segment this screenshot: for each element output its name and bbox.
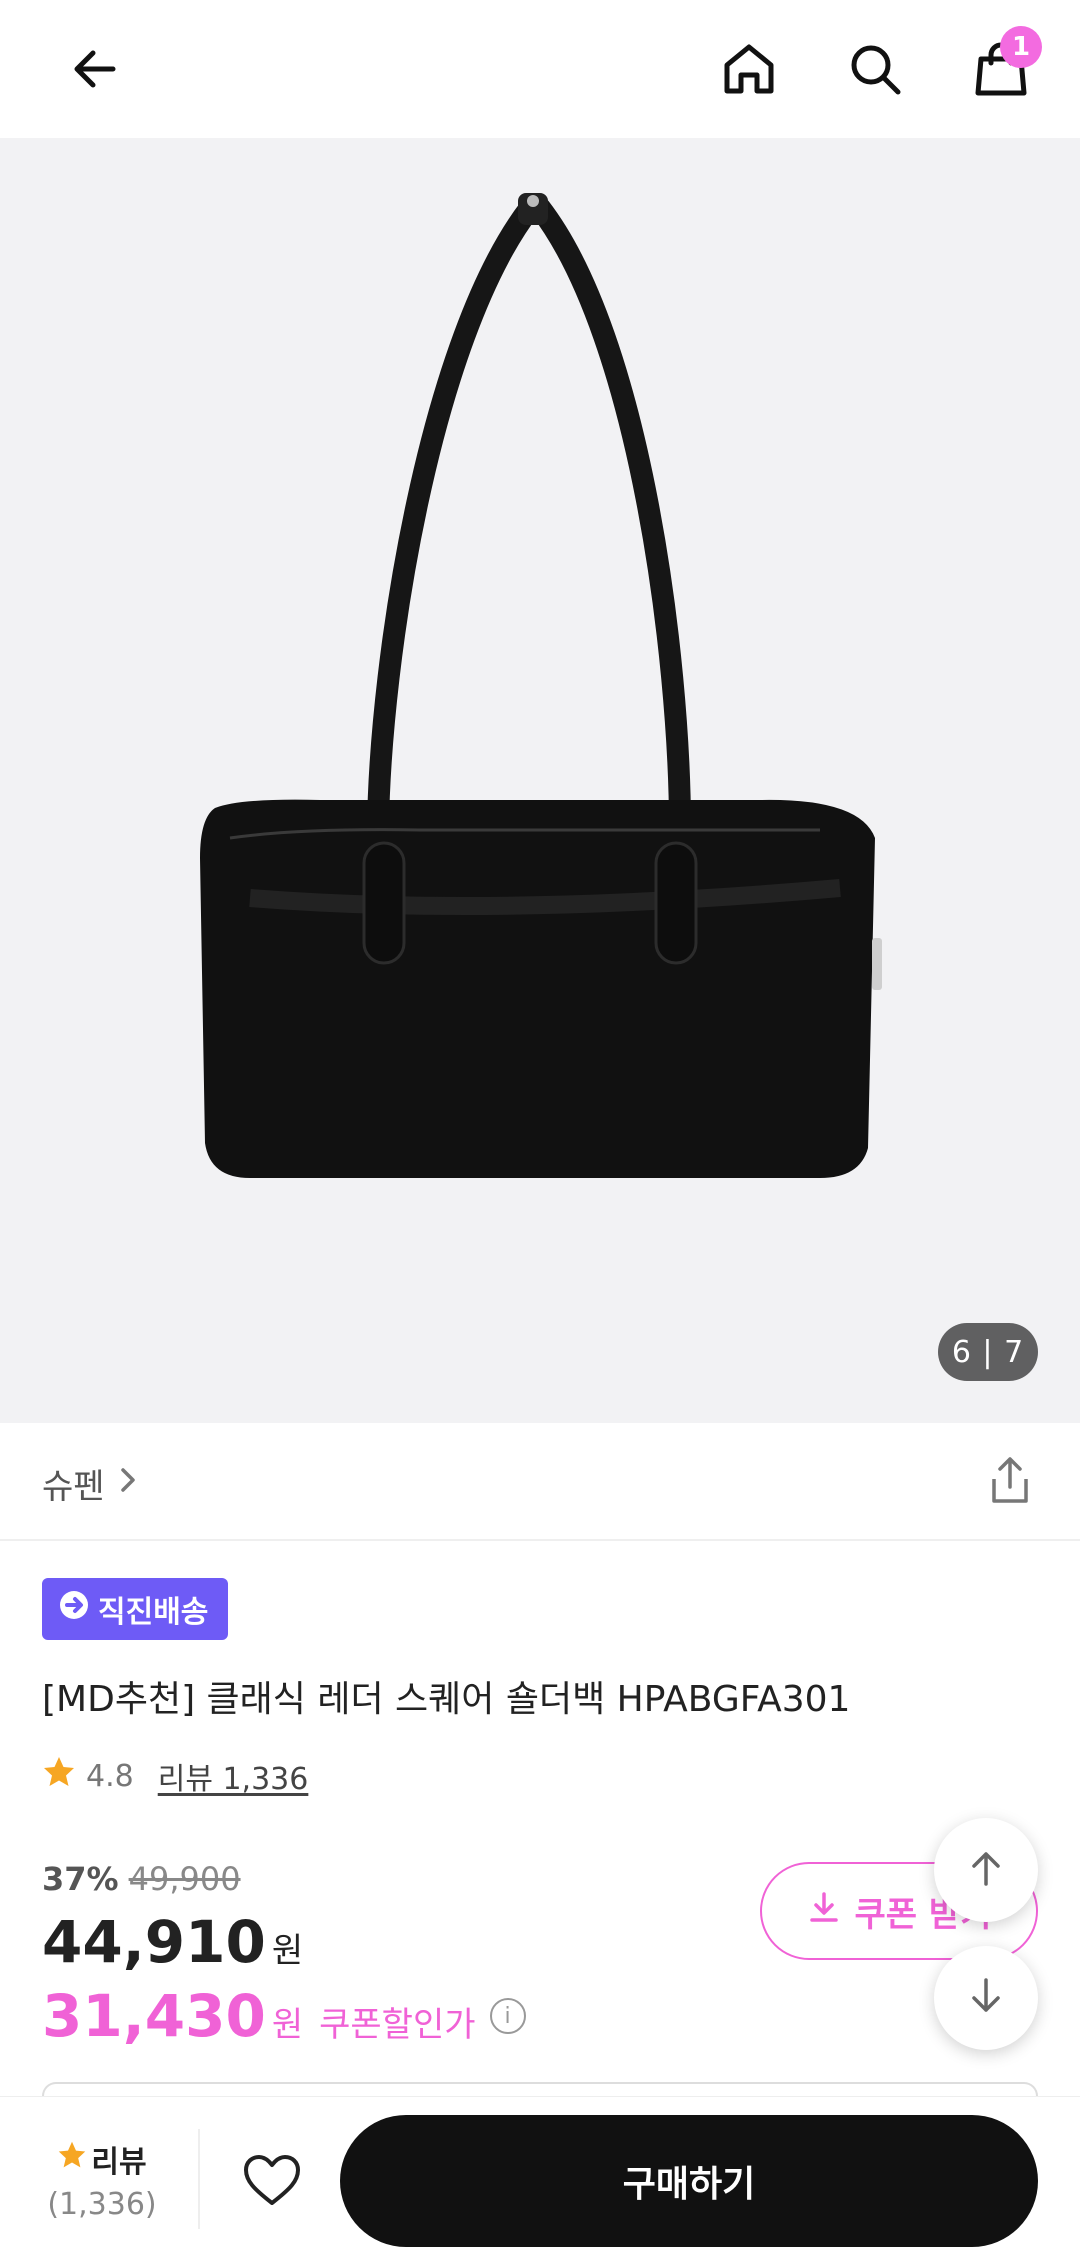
scroll-down-button[interactable] bbox=[934, 1946, 1038, 2050]
sale-price-currency: 원 bbox=[271, 1931, 304, 1971]
review-link[interactable]: 리뷰 1,336 bbox=[158, 1754, 309, 1798]
home-icon[interactable] bbox=[714, 34, 784, 104]
bottom-review-count: (1,336) bbox=[47, 2187, 157, 2222]
image-counter: 6 | 7 bbox=[938, 1323, 1038, 1381]
brand-name: 슈펜 bbox=[42, 1467, 105, 1507]
product-title: [MD추천] 클래식 레더 스퀘어 숄더백 HPABGFA301 bbox=[42, 1679, 851, 1720]
shopping-bag-icon[interactable]: 1 bbox=[966, 26, 1042, 104]
delivery-badge: 직진배송 bbox=[42, 1578, 229, 1640]
rating-row: 4.8 리뷰 1,336 bbox=[42, 1754, 308, 1798]
bottom-action-bar: 리뷰 (1,336) 구매하기 bbox=[0, 2096, 1080, 2264]
original-price: 49,900 bbox=[128, 1860, 241, 1898]
share-icon[interactable] bbox=[982, 1453, 1038, 1509]
price-block: 37% 49,900 44,910 원 31,430 원 쿠폰할인가 i bbox=[42, 1860, 526, 2050]
top-app-bar: 1 bbox=[0, 0, 1080, 138]
download-icon bbox=[807, 1890, 841, 1933]
arrow-down-icon bbox=[964, 1974, 1008, 2022]
search-icon[interactable] bbox=[840, 34, 910, 104]
option-selector-edge bbox=[42, 2082, 1038, 2096]
brand-link[interactable]: 슈펜 bbox=[42, 1459, 141, 1508]
chevron-right-icon bbox=[115, 1464, 141, 1504]
shoulder-bag-image bbox=[200, 193, 882, 1178]
coupon-price: 31,430 bbox=[42, 1982, 266, 2050]
divider bbox=[198, 2129, 200, 2229]
info-icon[interactable]: i bbox=[489, 1998, 526, 2034]
product-image-carousel[interactable]: 6 | 7 bbox=[0, 138, 1080, 1423]
buy-button[interactable]: 구매하기 bbox=[340, 2115, 1038, 2247]
star-icon bbox=[57, 2140, 87, 2178]
delivery-badge-label: 직진배송 bbox=[98, 1595, 209, 1630]
arrow-up-icon bbox=[964, 1846, 1008, 1894]
scroll-up-button[interactable] bbox=[934, 1818, 1038, 1922]
heart-icon[interactable] bbox=[240, 2149, 304, 2213]
bottom-review-label: 리뷰 bbox=[91, 2145, 147, 2180]
bottom-review-button[interactable]: 리뷰 (1,336) bbox=[42, 2137, 162, 2222]
sale-price: 44,910 bbox=[42, 1908, 266, 1976]
coupon-price-currency: 원 bbox=[271, 2005, 304, 2045]
coupon-price-label: 쿠폰할인가 bbox=[319, 2005, 476, 2045]
delivery-arrow-icon bbox=[58, 1589, 90, 1629]
brand-row: 슈펜 bbox=[0, 1423, 1080, 1541]
star-icon bbox=[42, 1755, 76, 1797]
discount-rate: 37% bbox=[42, 1860, 119, 1898]
rating-value: 4.8 bbox=[86, 1758, 134, 1794]
cart-count-badge: 1 bbox=[1000, 26, 1042, 68]
back-arrow-icon[interactable] bbox=[60, 34, 130, 104]
